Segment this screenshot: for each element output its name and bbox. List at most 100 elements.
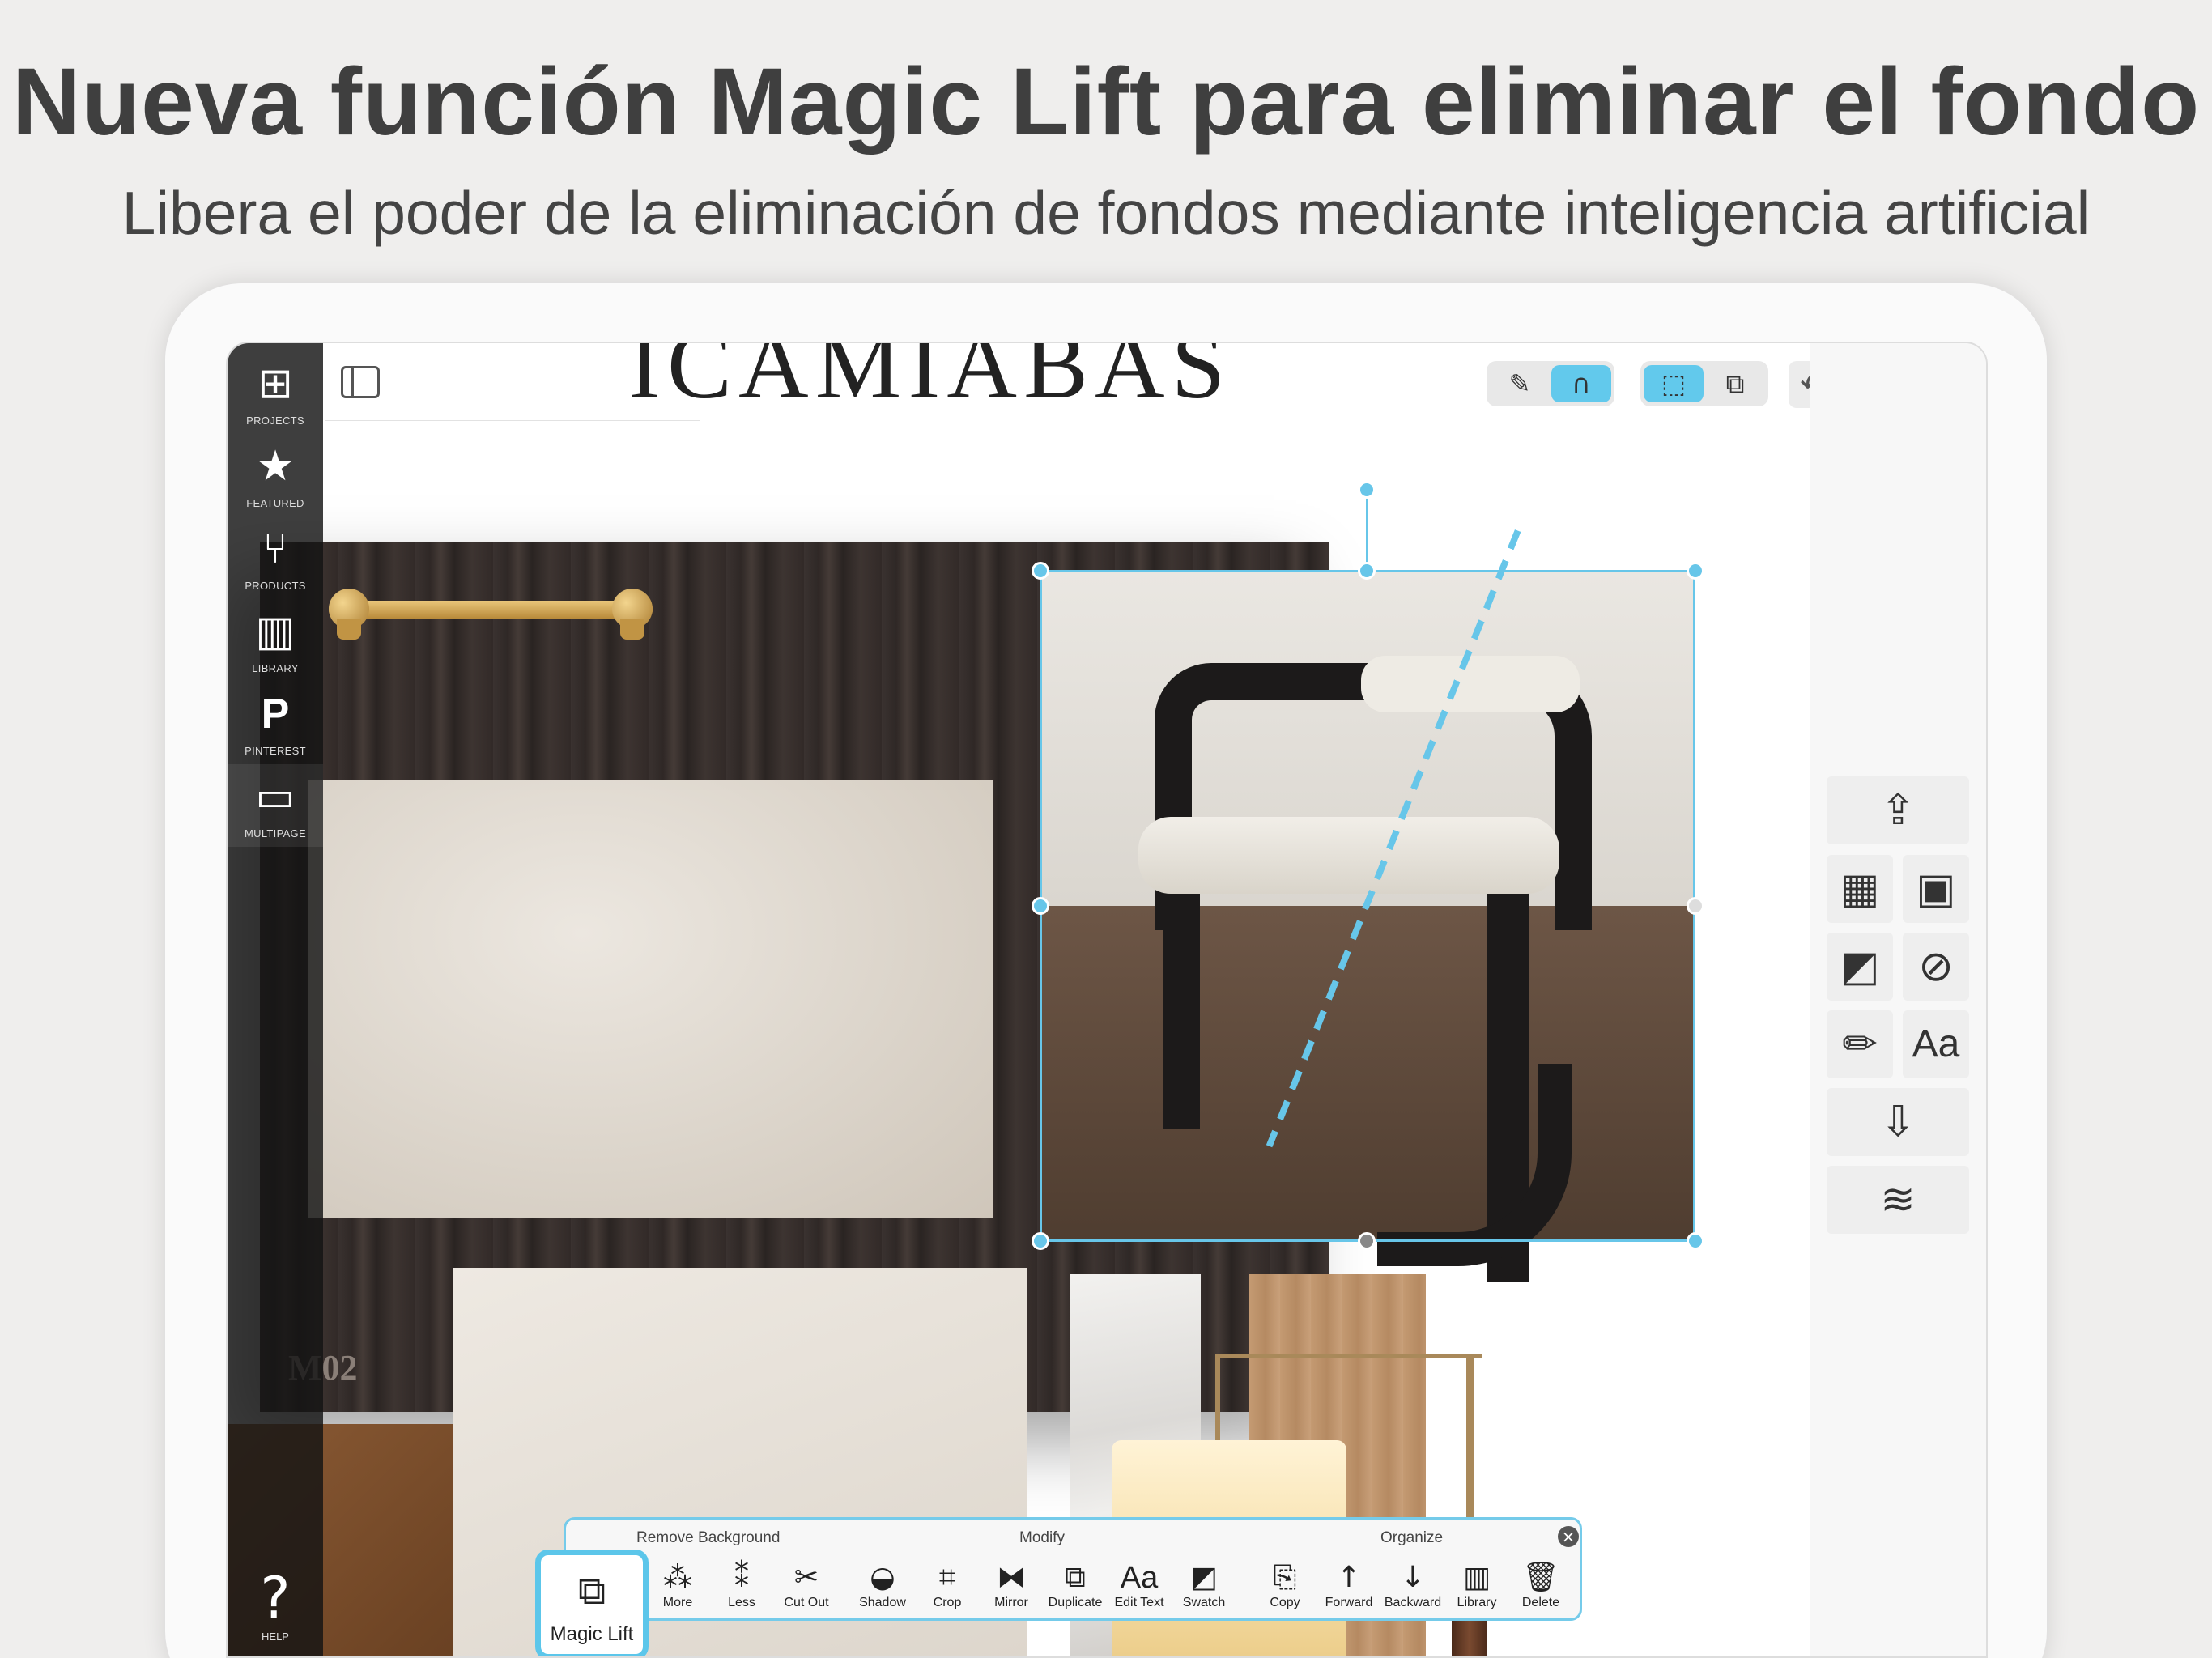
select-tool-group: ⬚ ⧉ — [1640, 361, 1768, 406]
magic-lift-label: Magic Lift — [550, 1623, 634, 1645]
pen-tool-icon[interactable]: ✎ — [1490, 365, 1550, 402]
text-tool-icon[interactable]: Aa — [1903, 1010, 1969, 1078]
sidebar-item-label: PRODUCTS — [245, 580, 306, 592]
more-label: More — [662, 1596, 693, 1609]
section-organize: Organize — [1380, 1529, 1444, 1546]
less-label: Less — [728, 1596, 755, 1609]
duplicate-button[interactable]: ⧉ Duplicate — [1043, 1560, 1108, 1617]
layers-icon[interactable]: ≋ — [1827, 1166, 1969, 1234]
mirror-label: Mirror — [994, 1596, 1028, 1609]
forward-button[interactable]: ↑ Forward — [1317, 1560, 1381, 1617]
image-icon[interactable]: ▣ — [1903, 855, 1969, 923]
magic-lift-button[interactable]: ⧉ Magic Lift — [535, 1550, 649, 1656]
share-icon[interactable]: ⇪ — [1827, 776, 1969, 844]
delete-label: Delete — [1521, 1596, 1560, 1609]
forward-label: Forward — [1325, 1596, 1373, 1609]
sidebar-item-pinterest[interactable]: P PINTEREST — [228, 682, 323, 764]
rotation-stem — [1366, 492, 1368, 570]
text-icon: Aa — [1120, 1561, 1159, 1595]
swatch-label: Swatch — [1182, 1596, 1226, 1609]
crop-button[interactable]: ⌗ Crop — [915, 1560, 980, 1617]
duplicate-icon: ⧉ — [1065, 1561, 1086, 1594]
shadow-label: Shadow — [859, 1596, 906, 1609]
left-sidebar: ⊞ PROJECTS ★ FEATURED ⑂ PRODUCTS ▥ LIBRA… — [228, 343, 323, 1656]
lamp-rod — [1215, 1354, 1220, 1443]
shadow-button[interactable]: ◒ Shadow — [850, 1560, 915, 1617]
resize-handle-tl[interactable] — [1032, 562, 1049, 580]
scissors-icon: ✂ — [793, 1561, 819, 1594]
grid-icon: ⊞ — [257, 359, 293, 408]
moodboard-canvas[interactable]: ICAMIABAS M02 — [228, 343, 1810, 1656]
multi-select-icon[interactable]: ⧉ — [1705, 365, 1765, 402]
resize-handle-r[interactable] — [1687, 897, 1704, 915]
section-remove-background: Remove Background — [636, 1529, 781, 1546]
handle-foot-right — [620, 619, 644, 640]
headline: Nueva función Magic Lift para eliminar e… — [11, 49, 2201, 155]
pinterest-icon: P — [261, 691, 290, 738]
duplicate-label: Duplicate — [1048, 1596, 1103, 1609]
library-button[interactable]: ▥ Library — [1444, 1560, 1509, 1617]
section-modify: Modify — [1019, 1529, 1065, 1546]
app-screen: ICAMIABAS M02 — [226, 342, 1988, 1658]
swatch-icon: ◩ — [1189, 1561, 1218, 1594]
cut-out-label: Cut Out — [784, 1596, 829, 1609]
resize-handle-b[interactable] — [1358, 1232, 1376, 1250]
grid-icon[interactable]: ▦ — [1827, 855, 1893, 923]
sidebar-item-label: FEATURED — [246, 497, 304, 509]
help-button[interactable]: ? HELP — [228, 1566, 323, 1655]
close-icon[interactable]: × — [1558, 1526, 1579, 1547]
rotate-handle[interactable] — [1358, 481, 1376, 499]
subheadline: Libera el poder de la eliminación de fon… — [121, 179, 2091, 247]
brass-handle[interactable] — [329, 601, 653, 619]
mirror-button[interactable]: ⧓ Mirror — [979, 1560, 1044, 1617]
copy-button[interactable]: ⎘ Copy — [1253, 1560, 1317, 1617]
sidebar-item-multipage[interactable]: ▭ MULTIPAGE — [228, 764, 323, 847]
wand-plus-icon: ⁂ — [663, 1561, 692, 1594]
more-button[interactable]: ⁂ More — [645, 1560, 710, 1617]
library-label: Library — [1457, 1596, 1497, 1609]
travertine-swatch[interactable] — [308, 780, 993, 1218]
library-add-icon: ▥ — [1462, 1561, 1491, 1594]
wand-minus-icon: ⁑ — [734, 1561, 749, 1594]
backward-button[interactable]: ↓ Backward — [1380, 1560, 1445, 1617]
sidebar-item-library[interactable]: ▥ LIBRARY — [228, 599, 323, 682]
resize-handle-l[interactable] — [1032, 897, 1049, 915]
copy-icon: ⎘ — [1273, 1561, 1297, 1594]
handle-foot-left — [337, 619, 361, 640]
edit-text-button[interactable]: Aa Edit Text — [1107, 1560, 1172, 1617]
swatch-icon[interactable]: ◩ — [1827, 933, 1893, 1001]
resize-handle-t[interactable] — [1358, 562, 1376, 580]
sidebar-toggle-icon[interactable] — [341, 366, 380, 398]
board-title: ICAMIABAS — [628, 343, 1232, 419]
trash-icon: 🗑 — [1522, 1561, 1559, 1594]
resize-handle-bl[interactable] — [1032, 1232, 1049, 1250]
magic-lift-icon: ⧉ — [577, 1568, 606, 1613]
resize-handle-br[interactable] — [1687, 1232, 1704, 1250]
question-icon: ? — [260, 1565, 291, 1631]
help-label: HELP — [262, 1630, 289, 1643]
arrow-down-icon: ↓ — [1400, 1561, 1426, 1594]
magnet-icon[interactable]: ∩ — [1551, 365, 1611, 402]
swatch-button[interactable]: ◩ Swatch — [1172, 1560, 1236, 1617]
sidebar-item-projects[interactable]: ⊞ PROJECTS — [228, 351, 323, 434]
less-button[interactable]: ⁑ Less — [709, 1560, 774, 1617]
compass-icon[interactable]: ⊘ — [1903, 933, 1969, 1001]
edit-text-label: Edit Text — [1114, 1596, 1164, 1609]
shadow-icon: ◒ — [870, 1561, 895, 1594]
chair-icon: ⑂ — [262, 525, 288, 573]
sidebar-item-featured[interactable]: ★ FEATURED — [228, 434, 323, 517]
arrow-up-icon: ↑ — [1336, 1561, 1362, 1594]
cut-out-button[interactable]: ✂ Cut Out — [774, 1560, 839, 1617]
crop-label: Crop — [933, 1596, 962, 1609]
sidebar-item-products[interactable]: ⑂ PRODUCTS — [228, 517, 323, 599]
delete-button[interactable]: 🗑 Delete — [1508, 1560, 1573, 1617]
resize-handle-tr[interactable] — [1687, 562, 1704, 580]
right-tool-panel — [1810, 343, 1986, 1656]
selection-box — [1040, 570, 1695, 1242]
books-icon: ▥ — [255, 607, 296, 656]
select-pointer-icon[interactable]: ⬚ — [1644, 365, 1704, 402]
backward-label: Backward — [1384, 1596, 1442, 1609]
sidebar-item-label: LIBRARY — [252, 662, 299, 674]
import-icon[interactable]: ⇩ — [1827, 1088, 1969, 1156]
pencil-icon[interactable]: ✏ — [1827, 1010, 1893, 1078]
